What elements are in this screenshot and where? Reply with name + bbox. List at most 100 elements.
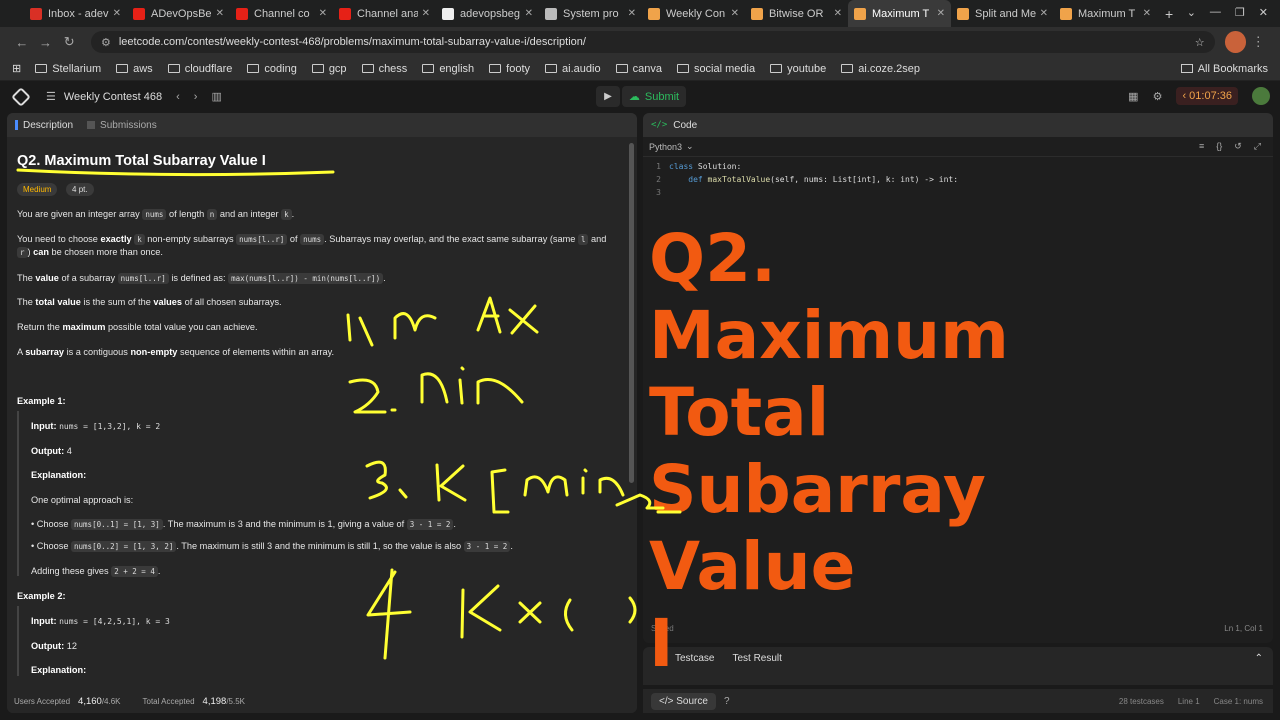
menu-icon[interactable]: ⋮ (1246, 34, 1270, 50)
tab-testcase[interactable]: Testcase (675, 653, 714, 664)
stats-icon[interactable]: ▥ (211, 90, 221, 103)
tab-close-icon[interactable]: ✕ (422, 8, 430, 19)
next-problem-icon[interactable]: › (194, 91, 198, 103)
language-select[interactable]: Python3 (649, 142, 682, 152)
reset-icon[interactable]: ↺ (1234, 141, 1242, 152)
bookmark-item[interactable]: Stellarium (35, 63, 101, 75)
tab-favicon-icon (854, 7, 866, 20)
browser-tab[interactable]: ADevOpsBe ✕ (127, 0, 230, 27)
browser-tab-bar: Inbox - adev ✕ ADevOpsBe ✕ Channel co ✕ Channe… (0, 0, 1280, 27)
leetcode-logo-icon[interactable] (11, 86, 31, 107)
points-badge: 4 pt. (66, 183, 94, 197)
forward-button[interactable]: → (34, 35, 58, 50)
browser-tab[interactable]: Weekly Con ✕ (642, 0, 745, 27)
tab-close-icon[interactable]: ✕ (1143, 8, 1151, 19)
folder-icon (422, 64, 435, 73)
browser-tab[interactable]: Channel co ✕ (230, 0, 333, 27)
tab-submissions[interactable]: Submissions (87, 120, 157, 131)
browser-tab[interactable]: Bitwise OR ✕ (745, 0, 848, 27)
tab-favicon-icon (30, 7, 42, 20)
user-avatar[interactable] (1252, 87, 1270, 105)
chevron-down-icon[interactable]: ⌄ (686, 141, 694, 152)
browser-tab[interactable]: System pro ✕ (539, 0, 642, 27)
contest-title: Weekly Contest 468 (63, 90, 163, 103)
all-bookmarks[interactable]: All Bookmarks (1180, 63, 1268, 75)
tab-close-icon[interactable]: ✕ (319, 8, 327, 19)
tab-close-icon[interactable]: ✕ (525, 8, 533, 19)
contest-nav[interactable]: ☰ Weekly Contest 468 (46, 90, 163, 104)
bookmark-item[interactable]: chess (361, 63, 407, 75)
layout-icon[interactable]: ▦ (1128, 90, 1138, 103)
settings-icon[interactable]: ⚙ (1153, 90, 1163, 103)
problem-list-icon[interactable]: ☰ (46, 90, 56, 103)
bookmark-item[interactable]: social media (676, 63, 755, 75)
reload-button[interactable]: ↻ (57, 34, 81, 50)
fullscreen-icon[interactable]: ⤢ (1254, 141, 1261, 152)
expand-icon[interactable]: ⌃ (1255, 653, 1263, 664)
submit-button[interactable]: ☁ Submit (622, 86, 686, 107)
bookmark-label: aws (133, 62, 153, 75)
browser-tab[interactable]: Channel ana ✕ (333, 0, 436, 27)
tab-close-icon[interactable]: ✕ (1040, 8, 1048, 19)
statement-p5: Return the maximum possible total value … (17, 322, 258, 332)
browser-tab[interactable]: Maximum T ✕ (848, 0, 951, 27)
code-editor[interactable]: 1 class Solution: 2 def maxTotalValue (sel… (643, 157, 1273, 201)
extension-icon[interactable] (1224, 31, 1247, 53)
source-button[interactable]: </> Source (651, 692, 716, 710)
tab-test-result[interactable]: Test Result (732, 653, 781, 664)
bookmark-item[interactable]: ai.audio (545, 63, 601, 75)
tab-code[interactable]: Code (673, 120, 697, 131)
statement-p4: The total value is the sum of the values… (17, 297, 282, 307)
address-toolbar: ← → ↻ ⚙ leetcode.com/contest/weekly-cont… (0, 27, 1280, 57)
tab-close-icon[interactable]: ✕ (628, 8, 636, 19)
scrollbar[interactable] (629, 143, 634, 483)
bookmark-label: footy (506, 62, 531, 75)
tab-close-icon[interactable]: ✕ (216, 8, 224, 19)
browser-tab[interactable]: Split and Me ✕ (951, 0, 1054, 27)
browser-tab[interactable]: Inbox - adev ✕ (24, 0, 127, 27)
bookmark-item[interactable]: footy (489, 63, 530, 75)
folder-icon (167, 64, 180, 73)
statement-p1: You are given an integer array nums of l… (17, 209, 295, 220)
tab-favicon-icon (751, 7, 763, 20)
bookmark-item[interactable]: coding (247, 62, 297, 75)
bookmark-star-icon[interactable]: ☆ (1195, 36, 1205, 49)
bookmark-item[interactable]: english (422, 63, 474, 75)
submissions-icon (87, 121, 96, 129)
format-icon[interactable]: ≡ (1199, 141, 1204, 152)
testcase-panel: Testcase Test Result ⌃ (643, 647, 1273, 685)
users-accepted-total: /4.6K (101, 696, 121, 706)
run-button[interactable]: ▶ (596, 86, 620, 107)
minimize-button[interactable]: — (1210, 6, 1221, 19)
bookmark-item[interactable]: gcp (311, 63, 347, 75)
prev-problem-icon[interactable]: ‹ (176, 91, 180, 103)
maximize-button[interactable]: ❐ (1235, 6, 1245, 19)
tab-close-icon[interactable]: ✕ (731, 8, 739, 19)
browser-tab[interactable]: adevopsbeg ✕ (436, 0, 539, 27)
bookmark-label: coding (264, 62, 297, 75)
site-info-icon[interactable]: ⚙ (101, 36, 111, 49)
bookmark-item[interactable]: ai.coze.2sep (841, 63, 920, 75)
new-tab-button[interactable]: + (1165, 6, 1173, 22)
url-field[interactable]: ⚙ leetcode.com/contest/weekly-contest-46… (90, 31, 1215, 53)
folder-icon (311, 64, 324, 73)
window-controls: ⌄ — ❐ ✕ (1187, 6, 1268, 19)
browser-tab[interactable]: Maximum T ✕ (1054, 0, 1157, 27)
tab-search-icon[interactable]: ⌄ (1187, 6, 1196, 19)
apps-icon[interactable]: ⊞ (12, 62, 21, 75)
back-button[interactable]: ← (10, 35, 34, 50)
help-icon[interactable]: ? (724, 696, 730, 707)
leetcode-header: ☰ Weekly Contest 468 ‹ › ▥ ▶ ☁ Submit ▦ … (0, 81, 1280, 112)
tab-close-icon[interactable]: ✕ (113, 8, 121, 19)
tab-close-icon[interactable]: ✕ (834, 8, 842, 19)
bookmark-item[interactable]: youtube (770, 63, 826, 75)
tab-description[interactable]: Description (15, 120, 73, 131)
bookmark-item[interactable]: canva (615, 63, 662, 75)
bookmark-label: ai.audio (562, 62, 601, 75)
bookmark-item[interactable]: aws (116, 63, 153, 75)
close-window-button[interactable]: ✕ (1259, 6, 1268, 19)
bookmark-item[interactable]: cloudflare (167, 63, 232, 75)
tab-close-icon[interactable]: ✕ (937, 8, 945, 19)
tab-favicon-icon (236, 7, 248, 20)
braces-icon[interactable]: {} (1216, 141, 1222, 152)
